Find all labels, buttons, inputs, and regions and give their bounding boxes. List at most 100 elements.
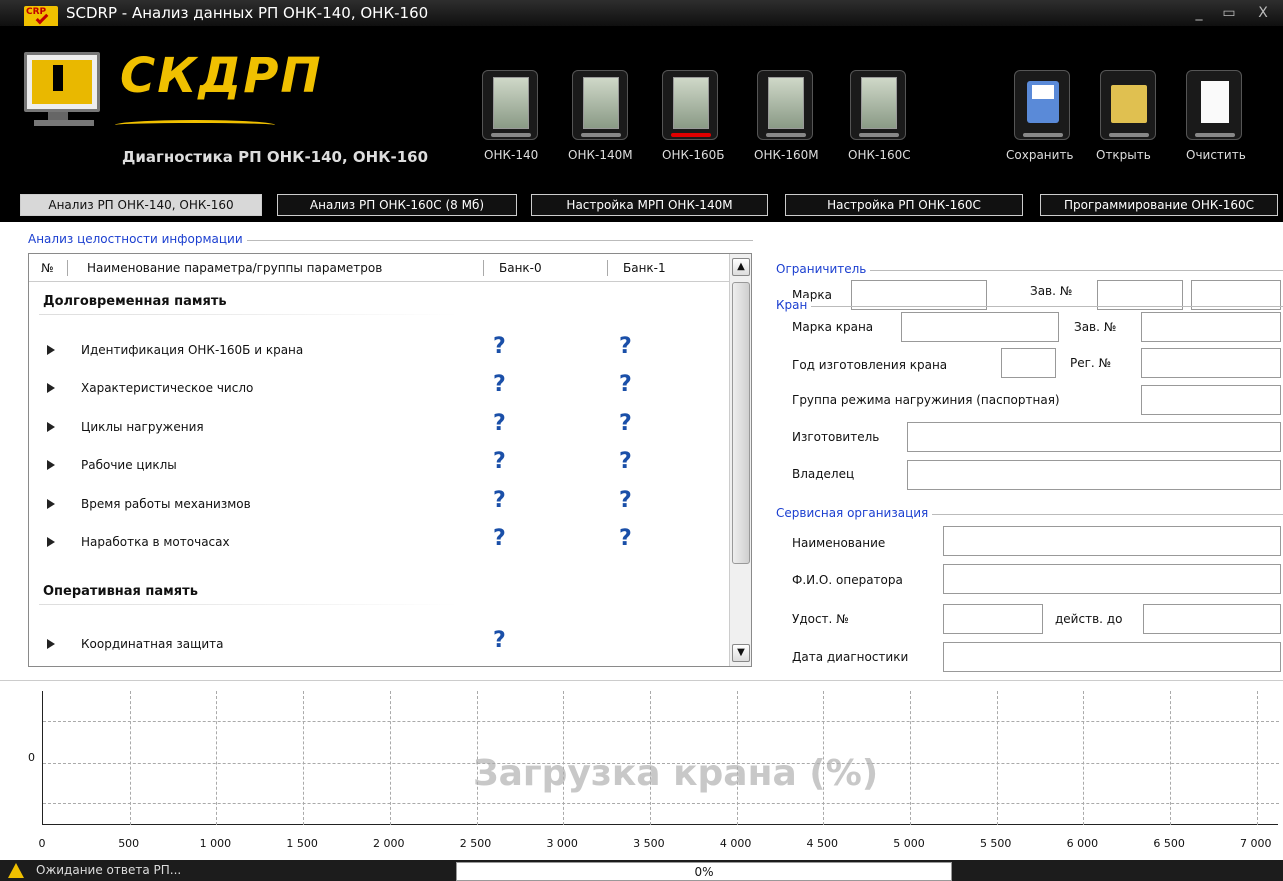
- status-bar: Ожидание ответа РП... 0%: [0, 860, 1283, 881]
- device-onk140-button[interactable]: [482, 70, 538, 140]
- crane-load-group-field[interactable]: [1141, 385, 1281, 415]
- device-onk160m-label: ОНК-160М: [754, 148, 819, 162]
- device-onk140m-button[interactable]: [572, 70, 628, 140]
- x-tick-label: 500: [118, 837, 140, 850]
- col-bank1[interactable]: Банк-1: [623, 261, 666, 275]
- crane-brand-field[interactable]: [901, 312, 1059, 342]
- chart-vgrid-line: [910, 691, 911, 825]
- clear-label: Очистить: [1186, 148, 1246, 162]
- integrity-legend: Анализ целостности информации: [28, 232, 247, 246]
- row-label: Циклы нагружения: [81, 420, 204, 434]
- device-onk160c-button[interactable]: [850, 70, 906, 140]
- document-icon: [1201, 81, 1229, 123]
- x-tick-label: 3 000: [546, 837, 578, 850]
- service-operator-field[interactable]: [943, 564, 1281, 594]
- x-tick-label: 4 000: [719, 837, 752, 850]
- device-onk140-label: ОНК-140: [484, 148, 539, 162]
- tab-analysis-onk140-160[interactable]: Анализ РП ОНК-140, ОНК-160: [20, 194, 262, 216]
- open-label: Открыть: [1096, 148, 1151, 162]
- x-tick-label: 3 500: [633, 837, 665, 850]
- chart-vgrid-line: [1083, 691, 1085, 825]
- grid-header: № Наименование параметра/группы параметр…: [29, 254, 729, 282]
- crane-year-label: Год изготовления крана: [792, 358, 948, 372]
- chart-hgrid-line: [43, 763, 1279, 764]
- integrity-grid[interactable]: № Наименование параметра/группы параметр…: [28, 253, 752, 667]
- close-button[interactable]: X: [1250, 0, 1276, 26]
- tab-settings-onk160c[interactable]: Настройка РП ОНК-160С: [785, 194, 1023, 216]
- device-onk160m-button[interactable]: [757, 70, 813, 140]
- scroll-up-button[interactable]: ▲: [732, 258, 750, 276]
- service-name-field[interactable]: [943, 526, 1281, 556]
- service-cert-field[interactable]: [943, 604, 1043, 634]
- col-name[interactable]: Наименование параметра/группы параметров: [87, 261, 382, 275]
- col-number[interactable]: №: [41, 261, 53, 275]
- crane-maker-label: Изготовитель: [792, 430, 880, 444]
- save-button[interactable]: [1014, 70, 1070, 140]
- crane-serial-label: Зав. №: [1074, 320, 1117, 334]
- row-arrow-icon: [47, 383, 55, 393]
- row-arrow-icon: [47, 537, 55, 547]
- tab-programming-onk160c[interactable]: Программирование ОНК-160С: [1040, 194, 1278, 216]
- clear-button[interactable]: [1186, 70, 1242, 140]
- bank1-status: ?: [619, 449, 632, 474]
- col-bank0[interactable]: Банк-0: [499, 261, 542, 275]
- logo-subtitle: Диагностика РП ОНК-140, ОНК-160: [122, 148, 429, 166]
- bank0-status: ?: [493, 411, 506, 436]
- device-onk160b-button[interactable]: [662, 70, 718, 140]
- crane-serial-field[interactable]: [1141, 312, 1281, 342]
- bank1-status: ?: [619, 334, 632, 359]
- warning-icon: [8, 863, 24, 878]
- section-divider: [39, 604, 459, 605]
- minimize-button[interactable]: _: [1186, 0, 1212, 26]
- crane-reg-label: Рег. №: [1070, 356, 1112, 370]
- open-button[interactable]: [1100, 70, 1156, 140]
- row-label: Характеристическое число: [81, 381, 254, 395]
- logo-monitor-icon: [24, 52, 100, 112]
- crane-year-field[interactable]: [1001, 348, 1056, 378]
- service-operator-label: Ф.И.О. оператора: [792, 573, 903, 587]
- section-operative-memory: Оперативная память: [43, 584, 198, 599]
- row-arrow-icon: [47, 422, 55, 432]
- scroll-down-button[interactable]: ▼: [732, 644, 750, 662]
- x-tick-label: 1 000: [199, 837, 232, 850]
- x-tick-label: 2 500: [459, 837, 492, 850]
- tab-settings-mrp-onk140m[interactable]: Настройка МРП ОНК-140М: [531, 194, 768, 216]
- crane-maker-field[interactable]: [907, 422, 1281, 452]
- crane-reg-field[interactable]: [1141, 348, 1281, 378]
- device-onk160b-label: ОНК-160Б: [662, 148, 725, 162]
- scroll-thumb[interactable]: [732, 282, 750, 564]
- crane-brand-label: Марка крана: [792, 320, 874, 334]
- chart-vgrid-line: [1170, 691, 1172, 825]
- bank1-status: ?: [619, 372, 632, 397]
- maximize-button[interactable]: ▭: [1216, 0, 1242, 26]
- status-text: Ожидание ответа РП...: [36, 863, 182, 877]
- logo-stand: [48, 112, 68, 120]
- progress-text: 0%: [694, 865, 714, 879]
- device-onk160c-label: ОНК-160С: [848, 148, 911, 162]
- chart-vgrid-line: [823, 691, 825, 825]
- crane-load-group-label: Группа режима нагружиния (паспортная): [792, 393, 1060, 407]
- row-label: Время работы механизмов: [81, 497, 251, 511]
- tab-analysis-onk160c[interactable]: Анализ РП ОНК-160С (8 Мб): [277, 194, 517, 216]
- grid-scrollbar[interactable]: ▲ ▼: [729, 254, 751, 666]
- x-tick-label: 5 000: [893, 837, 925, 850]
- crane-load-chart[interactable]: Загрузка крана (%) 0 0 500 1 000 1 500 2 000…: [0, 680, 1283, 860]
- chart-vgrid-line: [476, 691, 478, 825]
- row-label: Рабочие циклы: [81, 458, 177, 472]
- x-tick-label: 6 500: [1153, 837, 1185, 850]
- bank1-status: ?: [619, 488, 632, 513]
- chart-vgrid-line: [996, 691, 998, 825]
- service-date-field[interactable]: [943, 642, 1281, 672]
- service-valid-until-field[interactable]: [1143, 604, 1281, 634]
- logo-swoosh: [115, 120, 275, 130]
- service-cert-label: Удост. №: [792, 612, 849, 626]
- chart-vgrid-line: [216, 691, 218, 825]
- chart-vgrid-line: [563, 691, 565, 825]
- x-tick-label: 4 500: [806, 837, 839, 850]
- section-divider: [39, 314, 459, 315]
- logo-base: [34, 120, 94, 126]
- crane-owner-field[interactable]: [907, 460, 1281, 490]
- folder-icon: [1111, 85, 1147, 123]
- row-arrow-icon: [47, 639, 55, 649]
- title-bar: CRP SCDRP - Анализ данных РП ОНК-140, ОН…: [0, 0, 1283, 28]
